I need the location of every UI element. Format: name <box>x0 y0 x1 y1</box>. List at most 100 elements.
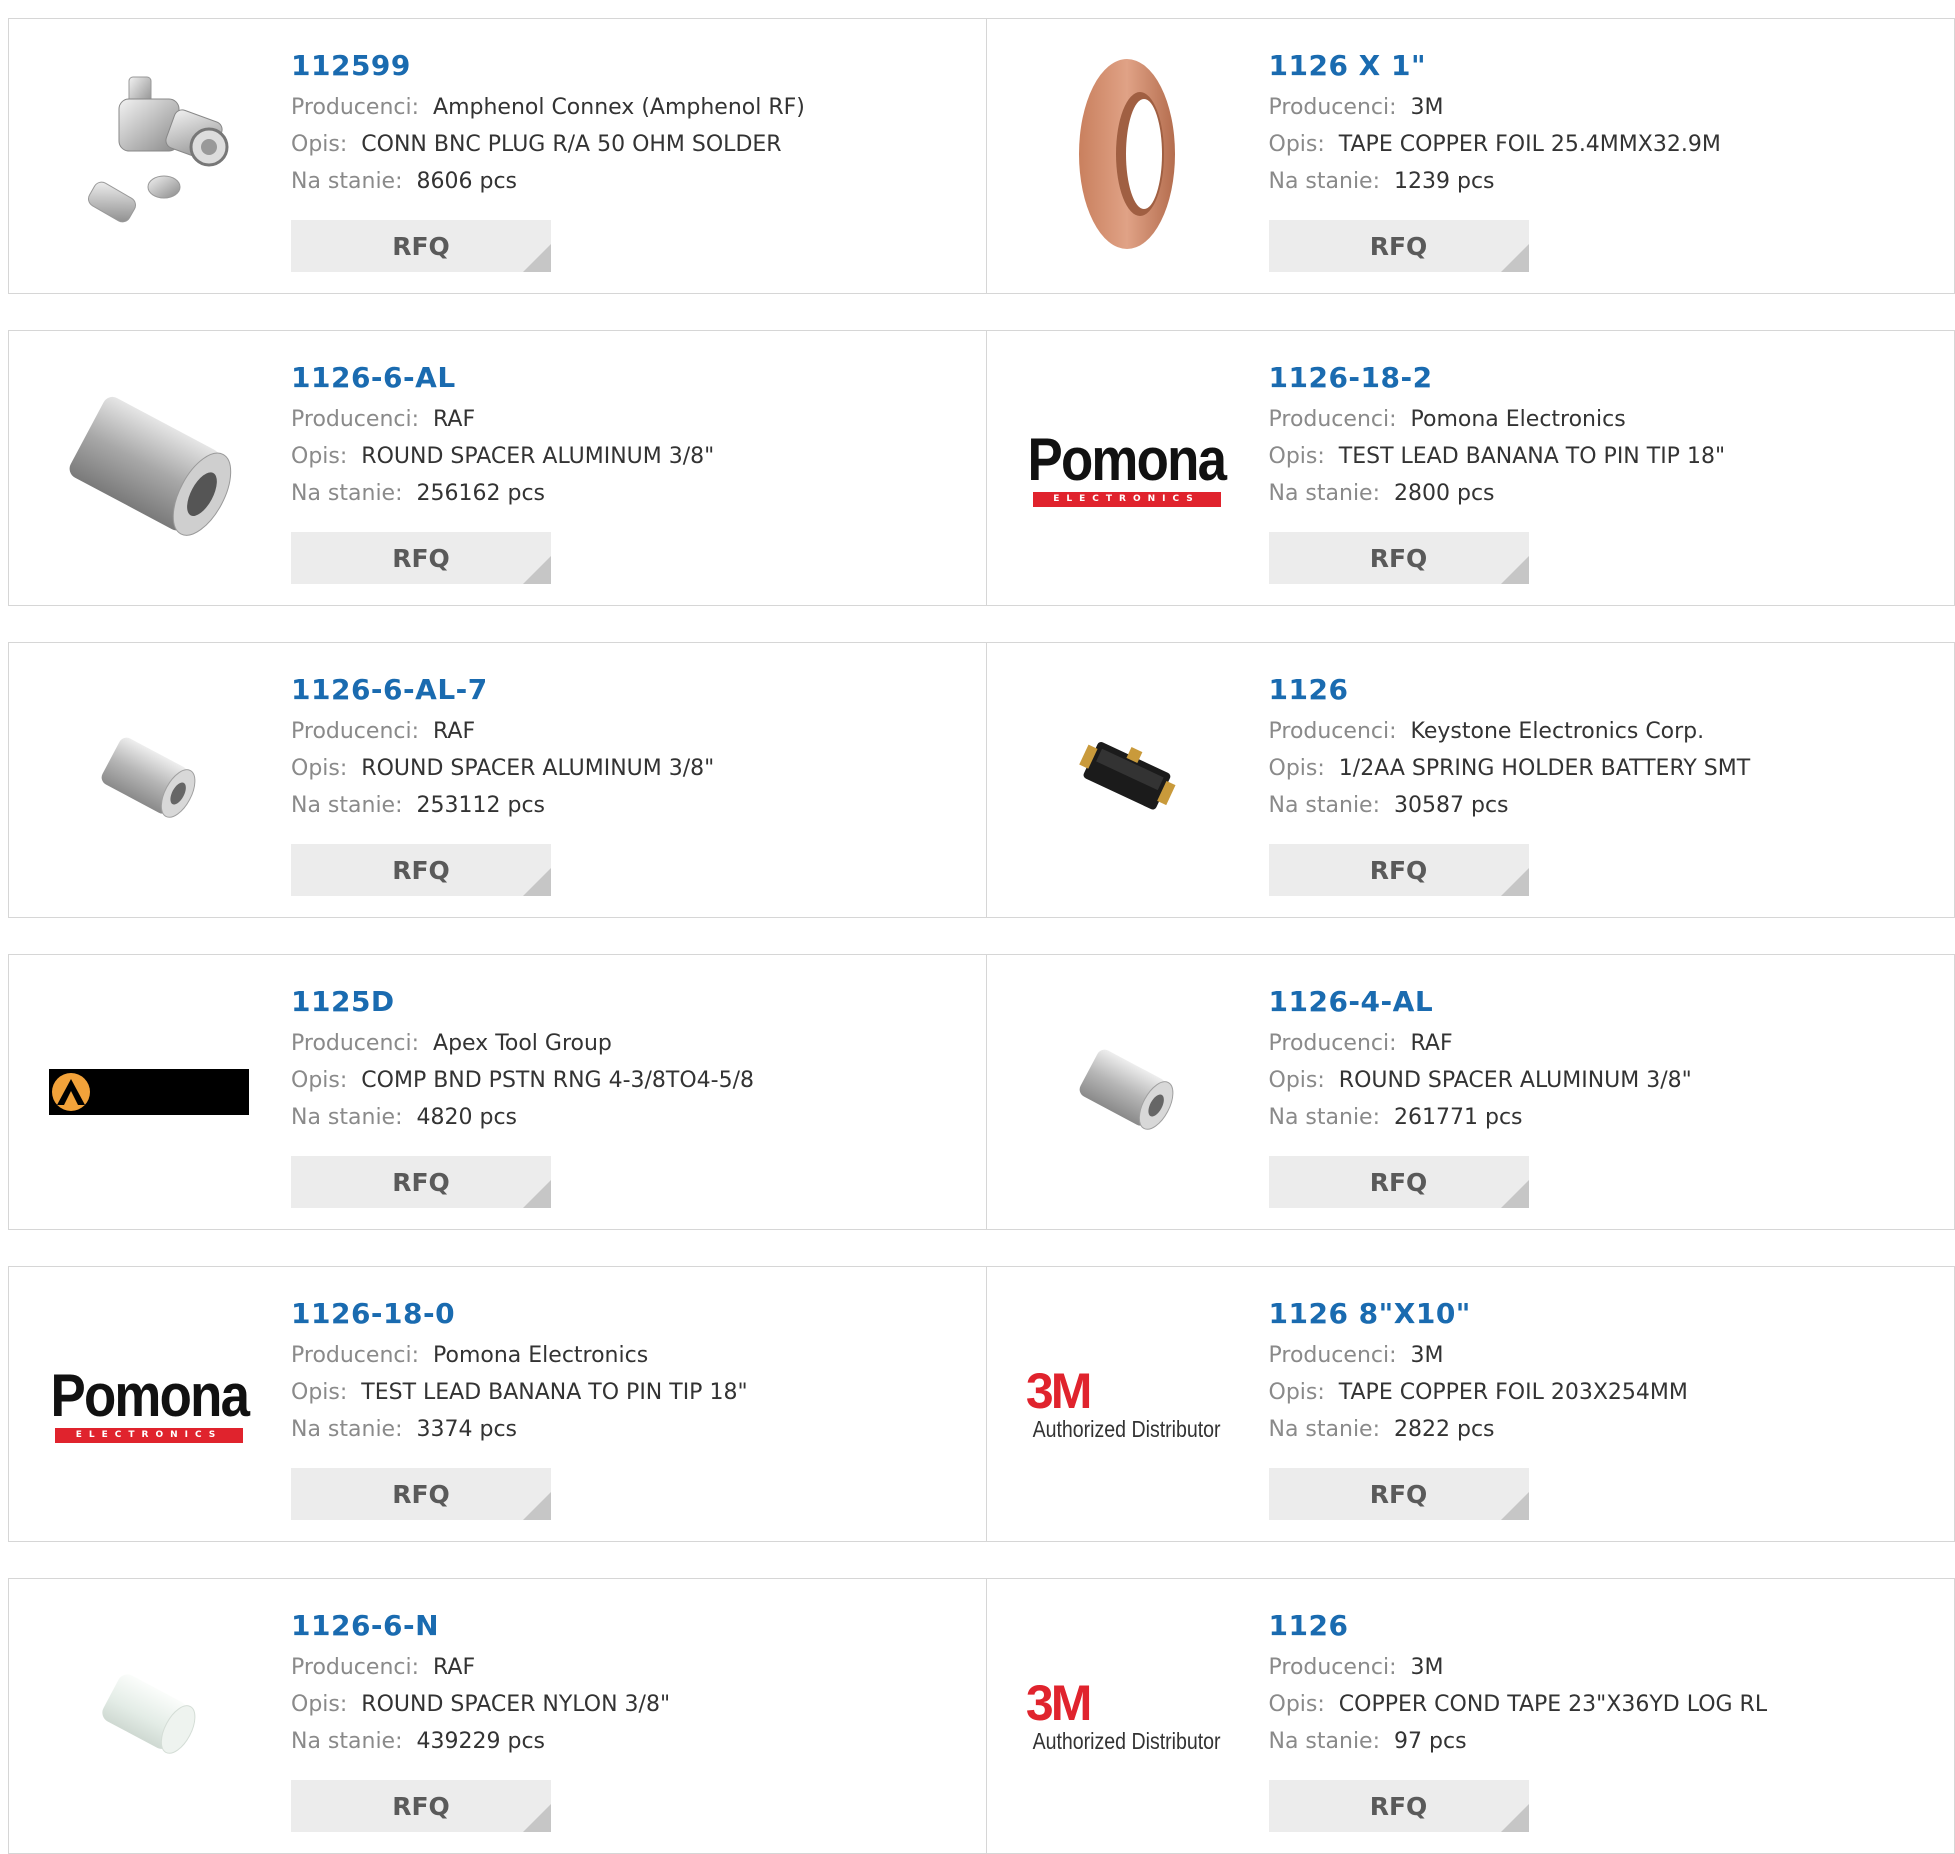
battery-holder-icon <box>1072 728 1182 832</box>
rfq-button[interactable]: RFQ <box>1269 1156 1529 1208</box>
product-image[interactable] <box>1023 665 1231 895</box>
product-info: 1126Producenci:Keystone Electronics Corp… <box>1269 673 1751 824</box>
description-label: Opis: <box>291 1068 347 1093</box>
product-row: 112599Producenci:Amphenol Connex (Amphen… <box>8 18 1955 294</box>
stock-label: Na stanie: <box>291 1417 403 1442</box>
product-card: 1126-6-AL-7Producenci:RAFOpis:ROUND SPAC… <box>8 642 987 918</box>
product-card: 3MAuthorized Distributor 1126 8"X10" Produ… <box>987 1266 1955 1542</box>
description-label: Opis: <box>291 132 347 157</box>
description-value: 1/2AA SPRING HOLDER BATTERY SMT <box>1339 756 1750 781</box>
description-label: Opis: <box>1269 132 1325 157</box>
rfq-button-label: RFQ <box>1370 856 1428 885</box>
product-info: 1126Producenci:3MOpis:COPPER COND TAPE 2… <box>1269 1609 1768 1760</box>
product-info: 1126-6-NProducenci:RAFOpis:ROUND SPACER … <box>291 1609 670 1760</box>
part-number-link[interactable]: 1126 8"X10" <box>1269 1297 1688 1337</box>
stock-line: Na stanie:2822 pcs <box>1269 1411 1688 1448</box>
part-number-link[interactable]: 1126 <box>1269 1609 1768 1649</box>
rfq-button-label: RFQ <box>1370 544 1428 573</box>
stock-line: Na stanie: 439229 pcs <box>291 1723 670 1760</box>
stock-value: 97 pcs <box>1394 1729 1467 1754</box>
stock-label: Na stanie: <box>291 1729 403 1754</box>
corner-triangle-icon <box>523 556 551 584</box>
part-number-link[interactable]: 112599 <box>291 49 805 89</box>
product-card: 1126Producenci:Keystone Electronics Corp… <box>987 642 1955 918</box>
product-image[interactable] <box>45 1601 253 1831</box>
product-card: 1126-4-ALProducenci:RAFOpis:ROUND SPACER… <box>987 954 1955 1230</box>
product-image[interactable] <box>45 41 253 271</box>
rfq-button[interactable]: RFQ <box>291 220 551 272</box>
stock-line: Na stanie:8606 pcs <box>291 163 805 200</box>
part-number-link[interactable]: 1126-6-AL-7 <box>291 673 714 713</box>
pomona-wordmark: Pomona <box>1028 430 1226 490</box>
pomona-subtitle: ELECTRONICS <box>55 1428 243 1443</box>
stock-value: 2800 pcs <box>1394 481 1495 506</box>
rfq-button[interactable]: RFQ <box>1269 532 1529 584</box>
stock-line: Na stanie:3374 pcs <box>291 1411 748 1448</box>
rfq-button[interactable]: RFQ <box>1269 844 1529 896</box>
product-row: 1126-6-AL-7Producenci:RAFOpis:ROUND SPAC… <box>8 642 1955 918</box>
stock-value: 439229 pcs <box>417 1729 546 1754</box>
part-number-link[interactable]: 1126-4-AL <box>1269 985 1692 1025</box>
product-row: Pomona ELECTRONICS 1126-18-0 Producenci: Pom… <box>8 1266 1955 1542</box>
manufacturer-line: Producenci:3M <box>1269 1649 1768 1686</box>
product-card: 112599Producenci:Amphenol Connex (Amphen… <box>8 18 987 294</box>
part-number-link[interactable]: 1125D <box>291 985 754 1025</box>
product-image[interactable] <box>1023 41 1231 271</box>
description-line: Opis:CONN BNC PLUG R/A 50 OHM SOLDER <box>291 126 805 163</box>
manufacturer-value: RAF <box>433 719 475 744</box>
manufacturer-value: Pomona Electronics <box>1411 407 1626 432</box>
part-number-link[interactable]: 1126-18-2 <box>1269 361 1726 401</box>
part-number-link[interactable]: 1126 X 1" <box>1269 49 1721 89</box>
description-label: Opis: <box>1269 1380 1325 1405</box>
manufacturer-line: Producenci:Pomona Electronics <box>1269 401 1726 438</box>
manufacturer-logo[interactable]: 3MAuthorized Distributor <box>1023 1601 1231 1831</box>
product-image[interactable] <box>45 353 253 583</box>
pomona-logo: Pomona ELECTRONICS <box>37 1366 262 1443</box>
rfq-button[interactable]: RFQ <box>291 1780 551 1832</box>
rfq-button[interactable]: RFQ <box>291 844 551 896</box>
manufacturer-line: Producenci:RAF <box>291 713 714 750</box>
part-number-link[interactable]: 1126-6-N <box>291 1609 670 1649</box>
description-value: ROUND SPACER ALUMINUM 3/8" <box>361 444 714 469</box>
manufacturer-label: Producenci: <box>1269 1343 1397 1368</box>
product-card: 1126-6-NProducenci:RAFOpis:ROUND SPACER … <box>8 1578 987 1854</box>
stock-line: Na stanie:1239 pcs <box>1269 163 1721 200</box>
rfq-button[interactable]: RFQ <box>1269 1468 1529 1520</box>
product-info: 1126-6-ALProducenci:RAFOpis:ROUND SPACER… <box>291 361 714 512</box>
manufacturer-value: Amphenol Connex (Amphenol RF) <box>433 95 805 120</box>
manufacturer-logo[interactable]: 3MAuthorized Distributor <box>1023 1289 1231 1519</box>
manufacturer-logo[interactable]: PomonaELECTRONICS <box>1023 353 1231 583</box>
product-image[interactable] <box>1023 977 1231 1207</box>
description-label: Opis: <box>291 1692 347 1717</box>
3m-wordmark: 3M <box>1016 1366 1237 1416</box>
stock-label: Na stanie: <box>1269 1105 1381 1130</box>
corner-triangle-icon <box>523 1804 551 1832</box>
description-line: Opis:COPPER COND TAPE 23"X36YD LOG RL <box>1269 1686 1768 1723</box>
rfq-button[interactable]: RFQ <box>1269 220 1529 272</box>
rfq-button[interactable]: RFQ <box>291 532 551 584</box>
manufacturer-logo[interactable]: Pomona ELECTRONICS <box>45 1289 253 1519</box>
description-value: COMP BND PSTN RNG 4-3/8TO4-5/8 <box>361 1068 754 1093</box>
manufacturer-logo[interactable] <box>45 977 253 1207</box>
part-number-link[interactable]: 1126-18-0 <box>291 1297 748 1337</box>
description-value: ROUND SPACER ALUMINUM 3/8" <box>361 756 714 781</box>
pomona-wordmark: Pomona <box>50 1366 248 1426</box>
product-info: 1125DProducenci:Apex Tool GroupOpis:COMP… <box>291 985 754 1136</box>
rfq-button[interactable]: RFQ <box>291 1156 551 1208</box>
stock-line: Na stanie:30587 pcs <box>1269 787 1751 824</box>
description-line: Opis:ROUND SPACER ALUMINUM 3/8" <box>291 750 714 787</box>
stock-value: 1239 pcs <box>1394 169 1495 194</box>
part-number-link[interactable]: 1126-6-AL <box>291 361 714 401</box>
manufacturer-label: Producenci: <box>291 1655 419 1680</box>
description-line: Opis:TEST LEAD BANANA TO PIN TIP 18" <box>291 1374 748 1411</box>
rfq-button[interactable]: RFQ <box>291 1468 551 1520</box>
description-line: Opis:ROUND SPACER ALUMINUM 3/8" <box>1269 1062 1692 1099</box>
manufacturer-value: RAF <box>433 407 475 432</box>
product-image[interactable] <box>45 665 253 895</box>
rfq-button[interactable]: RFQ <box>1269 1780 1529 1832</box>
stock-label: Na stanie: <box>1269 1729 1381 1754</box>
product-card: PomonaELECTRONICS1126-18-0Producenci:Pom… <box>8 1266 987 1542</box>
part-number-link[interactable]: 1126 <box>1269 673 1751 713</box>
corner-triangle-icon <box>1501 556 1529 584</box>
corner-triangle-icon <box>523 868 551 896</box>
